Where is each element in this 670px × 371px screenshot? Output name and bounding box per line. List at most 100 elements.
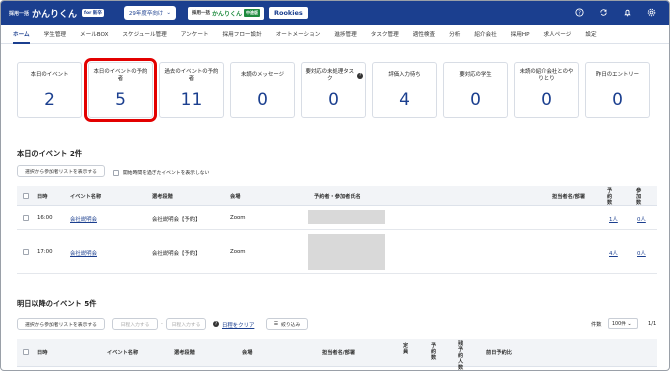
card-value: 0 — [328, 90, 339, 110]
card-unread-messages[interactable]: 未読のメッセージ 0 — [230, 62, 295, 118]
midcareer-brand-link[interactable]: 採用一括 かんりくん 中途版 — [187, 6, 264, 20]
nav-analysis[interactable]: 分析 — [449, 25, 460, 44]
card-value: 0 — [541, 90, 552, 110]
redacted-participants — [308, 234, 385, 270]
card-unread-agency[interactable]: 未読の紹介会社とのやりとり 0 — [514, 62, 579, 118]
card-yesterday-entries[interactable]: 昨日のエントリー 0 — [585, 62, 650, 118]
top-bar: 採用一括 かんりくん for 新卒 29年度卒向け ⌄ 採用一括 かんりくん 中… — [1, 1, 669, 25]
brand2-name: かんりくん — [211, 10, 242, 18]
today-events-table: 日時 イベント名称 選考段階 会場 予約者・参加者氏名 担当者名/部署 予約数 … — [17, 186, 657, 274]
year-selector[interactable]: 29年度卒向け ⌄ — [123, 6, 176, 20]
card-students-action[interactable]: 要対応の学生 0 — [443, 62, 508, 118]
nav-schedule[interactable]: スケジュール管理 — [122, 25, 166, 44]
col-stage[interactable]: 選考段階 — [152, 193, 173, 200]
col-attended[interactable]: 参加数 — [636, 188, 646, 206]
row-checkbox[interactable] — [23, 249, 29, 255]
card-label: 評価入力待ち — [388, 72, 421, 78]
card-value: 2 — [44, 90, 55, 110]
chevron-down-icon: ⌄ — [166, 10, 171, 16]
page-size-label: 件数 — [591, 322, 602, 328]
card-label: 本日のイベント — [30, 72, 69, 78]
nav-settings[interactable]: 設定 — [585, 25, 596, 44]
select-all-checkbox[interactable] — [23, 349, 29, 355]
app-logo[interactable]: 採用一括 かんりくん for 新卒 — [9, 7, 104, 20]
help-icon[interactable]: ? — [357, 72, 363, 79]
nav-aptitude[interactable]: 適性検査 — [413, 25, 435, 44]
table-header: 日時 イベント名称 選考段階 会場 予約者・参加者氏名 担当者名/部署 予約数 … — [17, 186, 657, 206]
col-capacity[interactable]: 定員 — [403, 343, 412, 355]
table-row: 17:00 会社説明会 会社説明会【予約】 Zoom 4人 0人 — [17, 230, 657, 274]
app-window: 採用一括 かんりくん for 新卒 29年度卒向け ⌄ 採用一括 かんりくん 中… — [0, 0, 670, 371]
nav-job-page[interactable]: 求人ページ — [543, 25, 571, 44]
nav-home[interactable]: ホーム — [13, 25, 30, 44]
date-to-input[interactable]: 日程入力する — [166, 318, 206, 330]
nav-survey[interactable]: アンケート — [181, 25, 209, 44]
card-label: 未読の紹介会社とのやりとり — [519, 68, 574, 82]
col-venue[interactable]: 会場 — [242, 349, 252, 356]
select-all-checkbox[interactable] — [23, 193, 29, 199]
upcoming-events-table: 日時 イベント名称 選考段階 会場 担当者名/部署 定員 予約数 残予約人数 前… — [17, 339, 657, 370]
event-link[interactable]: 会社説明会 — [70, 249, 97, 257]
nav-progress[interactable]: 進捗管理 — [334, 25, 356, 44]
hide-past-checkbox[interactable] — [113, 169, 119, 176]
card-label: 過去のイベントの予約者 — [164, 68, 219, 82]
card-today-reservations[interactable]: 本日のイベントの予約者 5 — [84, 58, 157, 122]
reserved-count-link[interactable]: 4人 — [609, 249, 618, 257]
nav-agencies[interactable]: 紹介会社 — [474, 25, 496, 44]
nav-students[interactable]: 学生管理 — [44, 25, 66, 44]
card-value: 0 — [470, 90, 481, 110]
logo-name: かんりくん — [32, 9, 78, 20]
rookies-brand-link[interactable]: Rookies — [269, 7, 308, 19]
page-indicator: 1/1 — [648, 321, 657, 327]
nav-automation[interactable]: オートメーション — [276, 25, 321, 44]
card-today-events[interactable]: 本日のイベント 2 — [17, 62, 82, 118]
attended-count-link[interactable]: 0人 — [637, 249, 646, 257]
card-past-reservations[interactable]: 過去のイベントの予約者 11 — [159, 62, 224, 118]
col-event-name[interactable]: イベント名称 — [107, 349, 138, 356]
help-icon[interactable]: ? — [213, 321, 219, 327]
card-label: 昨日のエントリー — [595, 72, 640, 78]
card-pending-tasks[interactable]: 要対応の未処理タスク ? 0 — [301, 62, 366, 118]
clear-dates-link[interactable]: 日程をクリア — [222, 321, 254, 329]
attended-count-link[interactable]: 0人 — [637, 215, 646, 223]
col-remaining[interactable]: 残予約人数 — [458, 341, 468, 370]
card-value: 4 — [399, 90, 410, 110]
col-reserved[interactable]: 予約数 — [431, 343, 440, 361]
date-from-input[interactable]: 日程入力する — [112, 318, 158, 330]
brand2-badge: 中途版 — [244, 9, 260, 17]
filter-button[interactable]: ☰ 絞り込み — [266, 318, 308, 330]
col-stage[interactable]: 選考段階 — [174, 349, 195, 356]
table-row: 16:00 会社説明会 会社説明会【予約】 Zoom 1人 0人 — [17, 206, 657, 230]
main-nav: ホーム 学生管理 メールBOX スケジュール管理 アンケート 採用フロー設計 オ… — [1, 25, 669, 44]
nav-recruit-hp[interactable]: 採用HP — [511, 25, 530, 44]
upcoming-show-participants-button[interactable]: 選択から参加者リストを表示する — [17, 318, 105, 330]
bell-icon[interactable] — [622, 7, 633, 18]
logo-prefix: 採用一括 — [9, 10, 30, 17]
row-time: 17:00 — [37, 249, 53, 255]
event-link[interactable]: 会社説明会 — [70, 215, 97, 223]
row-checkbox[interactable] — [23, 215, 29, 221]
col-venue[interactable]: 会場 — [230, 193, 240, 200]
nav-flow-design[interactable]: 採用フロー設計 — [223, 25, 262, 44]
year-selector-label: 29年度卒向け — [128, 11, 164, 17]
card-label: 要対応の学生 — [459, 72, 492, 78]
table-header: 日時 イベント名称 選考段階 会場 担当者名/部署 定員 予約数 残予約人数 前… — [17, 339, 657, 370]
nav-mailbox[interactable]: メールBOX — [80, 25, 108, 44]
upcoming-events-title: 明日以降のイベント 5件 — [17, 299, 97, 308]
settings-icon[interactable] — [646, 7, 657, 18]
help-icon[interactable]: ? — [574, 7, 585, 18]
col-prev-day-ratio[interactable]: 前日予約比 — [486, 349, 512, 356]
col-datetime[interactable]: 日時 — [37, 349, 47, 356]
sync-icon[interactable] — [598, 7, 609, 18]
col-event-name[interactable]: イベント名称 — [70, 193, 101, 200]
col-datetime[interactable]: 日時 — [37, 193, 47, 200]
col-reserved[interactable]: 予約数 — [607, 188, 617, 206]
nav-tasks[interactable]: タスク管理 — [371, 25, 399, 44]
page-size-select[interactable]: 100件 ⌄ — [608, 318, 638, 329]
show-participants-button[interactable]: 選択から参加者リストを表示する — [17, 165, 105, 177]
card-awaiting-evaluation[interactable]: 評価入力待ち 4 — [372, 62, 437, 118]
date-range-separator: - — [161, 321, 163, 327]
brand2-prefix: 採用一括 — [191, 11, 210, 16]
row-time: 16:00 — [37, 215, 53, 221]
reserved-count-link[interactable]: 1人 — [609, 215, 618, 223]
